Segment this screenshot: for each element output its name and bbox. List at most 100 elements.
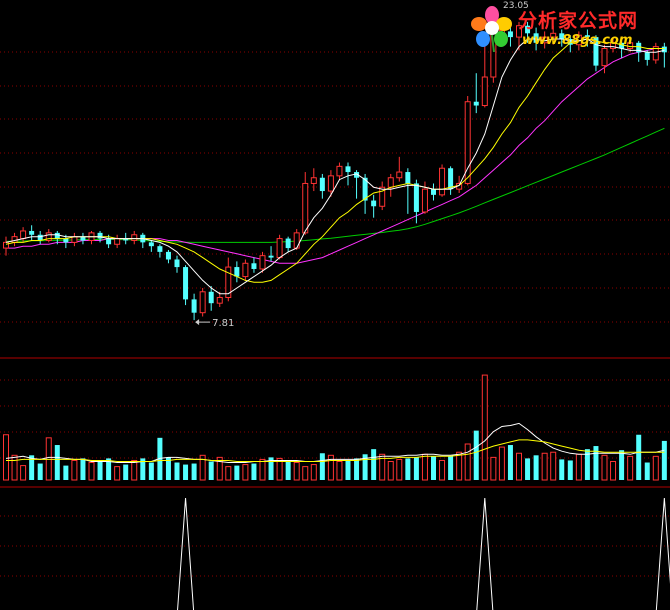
candle: [131, 230, 138, 245]
volume-bars: [3, 374, 667, 481]
candle-body: [114, 238, 121, 245]
volume-bar: [516, 452, 522, 481]
volume-bar: [20, 465, 27, 481]
ma10-path: [5, 38, 665, 283]
volume-bar: [644, 462, 650, 480]
volume-bar: [234, 465, 240, 480]
volume-bar: [285, 461, 291, 480]
signal-spike: [655, 497, 670, 610]
volume-bar: [652, 455, 659, 481]
volume-bar: [661, 440, 667, 480]
volume-bar: [541, 452, 548, 481]
candle-body: [63, 238, 69, 243]
candle-body: [157, 246, 163, 252]
volume-bar: [148, 462, 154, 480]
volume-bar: [498, 446, 505, 481]
candle: [225, 257, 232, 302]
volume-bar: [191, 463, 197, 480]
volume-bar: [345, 460, 351, 480]
candle: [234, 261, 240, 283]
ma60-path: [5, 127, 665, 243]
low-price-label: 7.81: [212, 318, 234, 329]
candle-body: [183, 267, 189, 300]
site-logo[interactable]: 分析家公式网 www.88gs.com: [462, 4, 662, 54]
candle: [379, 181, 386, 211]
candle: [276, 234, 283, 260]
candle-body: [327, 175, 334, 192]
volume-bar: [71, 459, 78, 481]
candle: [285, 236, 291, 252]
candle-body: [242, 262, 249, 278]
candle-body: [319, 177, 325, 192]
volume-bar: [354, 458, 360, 480]
volume-bar: [3, 434, 9, 481]
volume-bar: [421, 453, 428, 481]
candle: [174, 255, 180, 273]
volume-bar: [439, 459, 446, 481]
candle: [114, 234, 121, 249]
candle-body: [421, 188, 428, 213]
volume-bar: [123, 464, 129, 480]
volume-bar: [208, 461, 214, 480]
candle-body: [54, 232, 60, 239]
candle: [165, 249, 171, 264]
candle-body: [131, 234, 138, 241]
volume-bar: [174, 462, 180, 480]
candle: [157, 244, 163, 258]
candle: [396, 156, 403, 182]
candle-body: [396, 171, 403, 179]
candle: [11, 232, 18, 247]
volume-bar: [636, 434, 642, 480]
candle-body: [174, 259, 180, 268]
volume-bar: [619, 450, 625, 480]
volume-bar: [293, 462, 300, 481]
candle-body: [302, 182, 309, 234]
volume-bar: [97, 461, 103, 480]
volume-bar: [448, 456, 454, 480]
candle-body: [285, 238, 291, 249]
candle-body: [191, 299, 197, 313]
candle-body: [148, 242, 154, 247]
volume-bar: [481, 374, 488, 481]
candle: [345, 162, 351, 186]
volume-bar: [610, 460, 617, 481]
ma20-line: [6, 48, 665, 264]
candle: [71, 232, 78, 247]
candle: [37, 230, 43, 245]
candle: [251, 257, 257, 273]
candle-body: [199, 291, 206, 314]
candle: [405, 168, 411, 214]
candle-body: [293, 232, 300, 249]
volume-bar: [627, 455, 634, 481]
volume-bar: [525, 458, 531, 480]
candle-body: [405, 172, 411, 184]
volume-bar: [456, 451, 463, 481]
candle: [242, 259, 249, 281]
candle-body: [216, 296, 223, 304]
candle: [183, 265, 189, 306]
candle-body: [11, 236, 18, 243]
candle-body: [431, 189, 436, 195]
volume-bar: [507, 445, 513, 480]
volume-bar: [310, 464, 317, 481]
candle-body: [208, 291, 214, 304]
candle-body: [310, 177, 317, 184]
candle: [371, 194, 377, 218]
candle: [88, 230, 95, 245]
volume-bar: [114, 466, 121, 481]
volume-bar: [396, 458, 403, 481]
signal-spike: [476, 497, 494, 610]
volume-bar: [336, 460, 343, 481]
volume-bar: [387, 460, 394, 481]
flower-logo-icon: [471, 6, 512, 52]
candle-body: [20, 230, 27, 240]
candle-body: [345, 166, 351, 173]
candle: [448, 166, 454, 195]
candle: [439, 164, 446, 197]
volume-bar: [405, 458, 411, 480]
candle-body: [371, 200, 377, 207]
ma5-line: [5, 38, 665, 295]
stock-chart[interactable]: 7.81 23.05: [0, 0, 670, 610]
candle: [319, 173, 325, 199]
candle-body: [251, 263, 257, 269]
